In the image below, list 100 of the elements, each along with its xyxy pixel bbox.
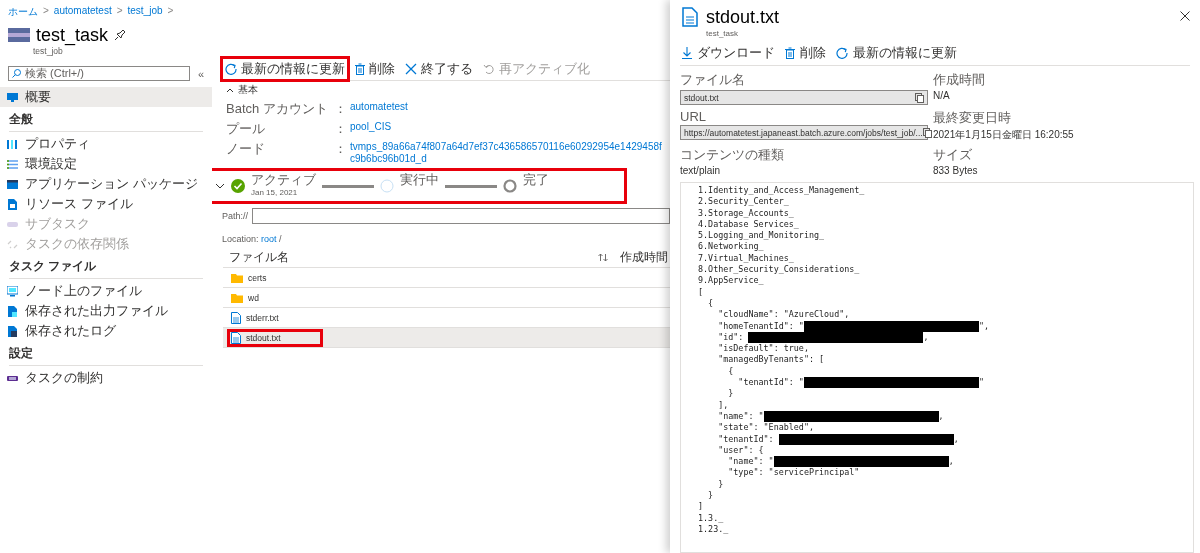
colon: ： [334,101,347,116]
column-header[interactable]: ファイル名 [229,248,598,266]
essentials-toggle[interactable]: 基本 [212,81,670,99]
file-row[interactable]: stdout.txt [223,328,670,348]
code-punctuation: , [938,410,944,423]
code-line: 1.Identity_and_Access_Management_ [698,185,865,197]
page-title: test_task [36,25,109,45]
code-line: 9.AppService_ [698,275,764,287]
download-button[interactable]: ダウンロード [682,44,775,62]
collapse-button[interactable]: « [197,67,204,80]
section-heading: タスク ファイル [8,258,98,275]
sidebar-item[interactable]: 保存された出力ファイル [0,301,212,321]
code-line: 4.Database Services_ [698,218,799,231]
refresh-icon [225,63,237,75]
code-line: "managedByTenants": [ [717,354,825,366]
code-line: "homeTenantId": " [717,320,804,332]
download-icon [682,47,692,59]
sidebar-item[interactable]: リソース ファイル [0,194,212,214]
section-heading: 設定 [8,345,34,362]
readonly-field[interactable]: stdout.txt [680,90,928,105]
file-name: stderr.txt [246,312,279,323]
path-field[interactable] [252,208,670,224]
code-line: 5.Logging_and_Monitoring_ [698,230,825,242]
document-icon [682,7,698,27]
field-link[interactable]: automatetest [350,101,408,113]
field-link[interactable]: tvmps_89a66a74f807a64d7ef37c436586570116e60292954e1429458fc9b6bc96b01d_d [350,141,664,165]
step-label: 実行中 [400,173,439,186]
property-value: 833 Bytes [933,165,979,176]
breadcrumb-separator: > [43,5,49,18]
path-separator: / [278,234,282,244]
file-row[interactable]: wd [223,288,670,308]
code-line: 1.3._ [698,512,724,524]
code-line: } [707,490,714,502]
trash-icon [785,47,795,59]
code-punctuation: " [978,377,984,389]
breadcrumb-link[interactable]: ホーム [8,5,38,19]
code-line: } [727,388,734,400]
step-label: 完了 [523,173,549,186]
property-value: text/plain [680,165,722,176]
terminate-button[interactable]: 終了する [402,58,476,80]
property-label: サイズ [933,146,973,164]
sidebar-item[interactable]: 保存されたログ [0,321,212,341]
document-icon [7,325,18,337]
code-line: 2.Security_Center_ [698,196,789,208]
property-value: N/A [933,90,951,101]
step-label: アクティブ [251,173,316,186]
pin-icon[interactable] [114,29,127,41]
code-line: 7.Virtual_Machines_ [698,252,794,265]
refresh-button[interactable]: 最新の情報に更新 [222,58,348,80]
code-line: "cloudName": "AzureCloud", [717,309,850,321]
property-label: コンテンツの種類 [680,146,785,164]
sidebar-item[interactable]: プロパティ [0,134,212,154]
code-line: [ [698,286,704,298]
property-label: 作成時間 [933,71,986,89]
code-line: 3.Storage_Accounts_ [698,207,794,219]
sidebar-item[interactable]: アプリケーション パッケージ [0,174,212,194]
trash-icon [355,63,365,75]
close-icon[interactable] [1180,11,1190,21]
refresh-button[interactable]: 最新の情報に更新 [836,44,957,62]
copy-icon [922,127,932,138]
code-line: "name": " [727,456,774,468]
delete-button[interactable]: 削除 [352,58,398,80]
undo-icon [483,63,495,75]
sidebar-item[interactable]: 環境設定 [0,154,212,174]
sidebar-item[interactable]: 概要 [0,87,212,107]
file-name: certs [248,272,267,283]
code-line: { [707,297,714,310]
property-label: ファイル名 [680,71,746,89]
folder-icon [231,292,243,303]
colon: ： [334,121,347,136]
sort-icon[interactable] [598,252,608,262]
breadcrumb-link[interactable]: test_job [127,5,163,19]
panel-subtitle: test_task [706,29,739,38]
search-field[interactable]: 検索 (Ctrl+/) [8,66,190,81]
code-line: "id": [717,331,745,344]
location-link[interactable]: root [261,234,277,244]
section-heading: 全般 [8,111,34,128]
location-label: Location: [222,234,260,244]
step-date: Jan 15, 2021 [251,187,299,199]
code-line: ], [717,399,729,411]
file-row[interactable]: certs [223,268,670,288]
field-link[interactable]: pool_CIS [350,121,392,133]
search-icon [12,69,21,78]
sidebar-item[interactable]: ノード上のファイル [0,281,212,301]
document-icon [231,311,241,324]
column-header[interactable]: 作成時間 [620,248,668,266]
chevron-down-icon[interactable] [215,183,225,189]
property-label: 最終変更日時 [933,109,1012,127]
file-name: stdout.txt [246,332,281,343]
path-label: Path:// [222,211,248,221]
property-label: URL [680,109,707,124]
sidebar-item[interactable]: タスクの制約 [0,368,212,388]
code-punctuation: ", [978,320,989,332]
code-line: "user": { [717,444,764,457]
code-line: 8.Other_Security_Considerations_ [698,264,860,276]
document-icon [231,331,241,344]
breadcrumb-link[interactable]: automatetest [53,5,112,19]
list-icon [7,158,18,170]
delete-button[interactable]: 削除 [785,44,826,62]
field-label: Batch アカウント [226,101,329,116]
